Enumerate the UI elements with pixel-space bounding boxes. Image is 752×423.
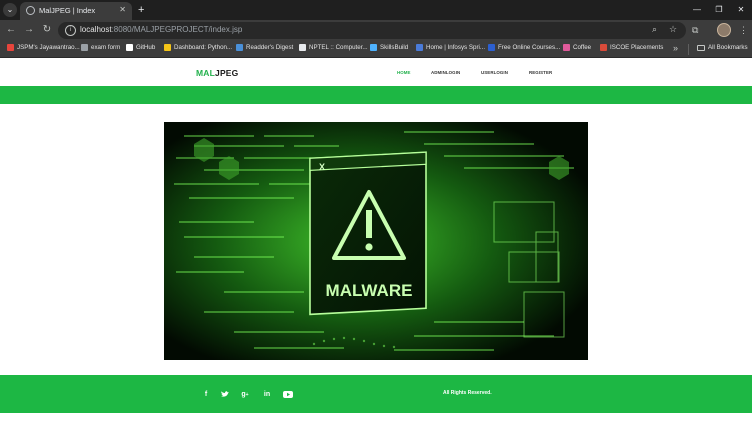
- facebook-icon[interactable]: f: [201, 391, 211, 399]
- github-icon: [126, 44, 133, 51]
- bookmark-item[interactable]: Coffee: [563, 44, 591, 51]
- bookmark-label: Free Online Courses...: [498, 44, 561, 51]
- window-close-glyph: X: [319, 162, 325, 172]
- bookmarks-bar: JSPM's Jayawantrao... exam form GitHub D…: [0, 41, 752, 58]
- all-bookmarks-label: All Bookmarks: [708, 44, 748, 51]
- globe-icon: [26, 6, 35, 15]
- bookmark-item[interactable]: Free Online Courses...: [488, 44, 560, 51]
- back-icon[interactable]: ←: [4, 23, 18, 37]
- bookmark-label: Home | Infosys Spri...: [426, 44, 486, 51]
- profile-avatar[interactable]: [717, 23, 731, 37]
- bookmark-label: GitHub: [136, 44, 156, 51]
- reload-icon[interactable]: ↻: [40, 23, 54, 37]
- site-footer: f g+ in All Rights Reserved.: [0, 375, 752, 413]
- window-controls: — ❐ ✕: [686, 0, 752, 20]
- bookmark-favicon-icon: [81, 44, 88, 51]
- bookmark-label: Dashboard: Python...: [174, 44, 233, 51]
- restore-button[interactable]: ❐: [708, 0, 730, 20]
- bookmark-item[interactable]: Readder's Digest: [236, 44, 293, 51]
- google-plus-icon[interactable]: g+: [240, 391, 250, 399]
- more-bookmarks-icon[interactable]: »: [673, 43, 678, 53]
- logo-accent-text: MAL: [196, 68, 216, 78]
- bookmarks-divider: [688, 44, 689, 55]
- bookmark-label: SkillsBuild: [380, 44, 409, 51]
- bookmark-item[interactable]: exam form: [81, 44, 120, 51]
- bookmark-star-icon[interactable]: ☆: [669, 24, 677, 35]
- browser-tab-strip: ⌄ MalJPEG | Index ✕ + — ❐ ✕: [0, 0, 752, 20]
- bookmark-favicon-icon: [488, 44, 495, 51]
- address-bar[interactable]: i localhost:8080/MALJPEGPROJECT/index.js…: [58, 22, 686, 39]
- bookmark-item[interactable]: ISCOE Placements: [600, 44, 663, 51]
- new-tab-button[interactable]: +: [138, 3, 144, 17]
- bookmark-item[interactable]: SkillsBuild: [370, 44, 408, 51]
- address-url[interactable]: localhost:8080/MALJPEGPROJECT/index.jsp: [80, 25, 242, 34]
- folder-icon: [697, 45, 705, 51]
- bookmark-label: ISCOE Placements: [610, 44, 664, 51]
- close-window-button[interactable]: ✕: [730, 0, 752, 20]
- malware-text: MALWARE: [326, 281, 413, 300]
- bookmark-item[interactable]: NPTEL :: Computer...: [299, 44, 368, 51]
- site-logo[interactable]: MALJPEG: [196, 68, 239, 78]
- bookmark-favicon-icon: [416, 44, 423, 51]
- zoom-icon[interactable]: ⌕: [652, 24, 657, 35]
- bookmark-label: NPTEL :: Computer...: [309, 44, 368, 51]
- browser-tab[interactable]: MalJPEG | Index ✕: [20, 2, 132, 20]
- bookmark-label: JSPM's Jayawantrao...: [17, 44, 80, 51]
- bookmark-label: Coffee: [573, 44, 592, 51]
- twitter-icon[interactable]: [220, 391, 230, 399]
- site-header: MALJPEG HOME ADMINLOGIN USERLOGIN REGIST…: [0, 59, 752, 86]
- bookmark-label: exam form: [91, 44, 121, 51]
- all-bookmarks[interactable]: All Bookmarks: [708, 44, 748, 51]
- forward-icon[interactable]: →: [22, 23, 36, 37]
- menu-icon[interactable]: ⋮: [739, 23, 748, 37]
- bookmark-item[interactable]: Dashboard: Python...: [164, 44, 232, 51]
- bookmark-item[interactable]: JSPM's Jayawantrao...: [7, 44, 80, 51]
- web-page: MALJPEG HOME ADMINLOGIN USERLOGIN REGIST…: [0, 59, 752, 423]
- bookmark-favicon-icon: [370, 44, 377, 51]
- site-info-icon[interactable]: i: [65, 25, 76, 36]
- malware-illustration: X MALWARE: [164, 122, 588, 360]
- linkedin-icon[interactable]: in: [262, 391, 272, 399]
- bookmark-item[interactable]: Home | Infosys Spri...: [416, 44, 485, 51]
- header-accent-bar: [0, 86, 752, 104]
- close-tab-icon[interactable]: ✕: [119, 5, 126, 14]
- tab-search-button[interactable]: ⌄: [3, 3, 17, 17]
- bookmark-favicon-icon: [7, 44, 14, 51]
- bookmark-favicon-icon: [164, 44, 171, 51]
- warning-window: X MALWARE: [309, 151, 427, 316]
- nav-home-link[interactable]: HOME: [397, 70, 411, 75]
- url-host: localhost: [80, 25, 112, 34]
- bookmark-favicon-icon: [236, 44, 243, 51]
- nav-register-link[interactable]: REGISTER: [529, 70, 552, 75]
- logo-text: JPEG: [215, 68, 239, 78]
- copyright-text: All Rights Reserved.: [443, 390, 492, 396]
- hero-malware-image: X MALWARE: [164, 122, 588, 360]
- nav-userlogin-link[interactable]: USERLOGIN: [481, 70, 508, 75]
- bookmark-favicon-icon: [563, 44, 570, 51]
- browser-toolbar: ← → ↻ i localhost:8080/MALJPEGPROJECT/in…: [0, 20, 752, 41]
- youtube-icon[interactable]: [283, 391, 293, 399]
- bookmark-favicon-icon: [299, 44, 306, 51]
- nav-adminlogin-link[interactable]: ADMINLOGIN: [431, 70, 460, 75]
- url-path: :8080/MALJPEGPROJECT/index.jsp: [111, 25, 243, 34]
- bookmark-item[interactable]: GitHub: [126, 44, 155, 51]
- bookmark-label: Readder's Digest: [246, 44, 294, 51]
- page-bottom-spacer: [0, 413, 752, 423]
- bookmark-favicon-icon: [600, 44, 607, 51]
- extensions-icon[interactable]: ⧉: [692, 23, 698, 37]
- tab-title: MalJPEG | Index: [39, 6, 96, 15]
- minimize-button[interactable]: —: [686, 0, 708, 20]
